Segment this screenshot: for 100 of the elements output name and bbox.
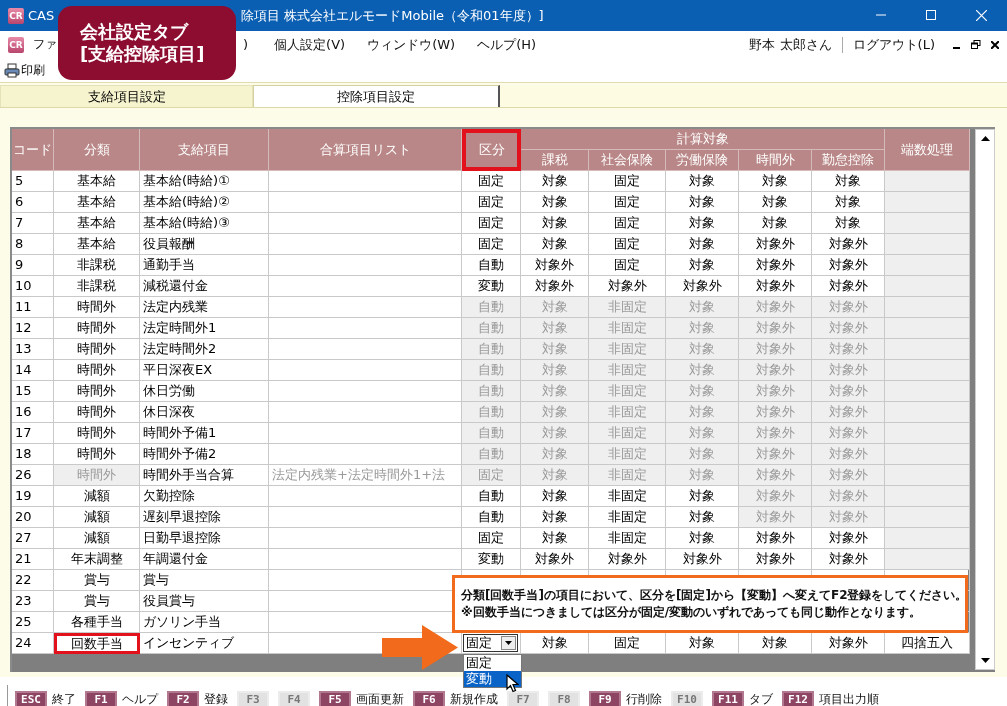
function-key[interactable]: F2 — [167, 690, 199, 706]
print-button[interactable]: 印刷 — [0, 61, 45, 79]
column-header: 計算対象 — [521, 129, 885, 150]
table-cell: 対象外 — [521, 255, 589, 276]
table-cell: 対象外 — [812, 402, 885, 423]
table-cell: 対象外 — [739, 381, 812, 402]
table-cell: 対象 — [521, 318, 589, 339]
table-cell: 役員報酬 — [140, 234, 269, 255]
table-cell: 13 — [12, 339, 54, 360]
table-cell: 対象外 — [812, 633, 885, 654]
table-cell: 20 — [12, 507, 54, 528]
table-cell: 自動 — [462, 423, 521, 444]
key-label: 登録 — [204, 690, 228, 706]
table-cell: 非固定 — [589, 381, 666, 402]
menu-item[interactable]: ファ — [33, 36, 57, 53]
window-title: CAS — [28, 8, 55, 23]
key-label: 終了 — [52, 690, 76, 706]
table-cell: 固定 — [462, 234, 521, 255]
function-key[interactable]: F5 — [319, 690, 351, 706]
table-cell: 対象 — [666, 633, 739, 654]
table-cell: 固定 — [462, 171, 521, 192]
function-key[interactable]: F11 — [712, 690, 744, 706]
table-cell: 対象外 — [666, 549, 739, 570]
table-cell: 対象外 — [666, 276, 739, 297]
table-cell: 年調還付金 — [140, 549, 269, 570]
table-cell: 基本給 — [54, 234, 140, 255]
table-cell: 対象外 — [739, 318, 812, 339]
table-cell: 対象外 — [589, 276, 666, 297]
column-header: 端数処理 — [885, 129, 970, 171]
table-cell: 自動 — [462, 486, 521, 507]
table-cell: 固定 — [462, 528, 521, 549]
table-cell: 対象 — [666, 402, 739, 423]
function-key[interactable]: F6 — [413, 690, 445, 706]
table-cell: 非固定 — [589, 423, 666, 444]
column-header: 社会保険 — [589, 150, 666, 171]
window-title: 除項目 株式会社エルモードMobile（令和01年度）] — [241, 6, 544, 25]
table-cell: 15 — [12, 381, 54, 402]
table-cell: 時間外 — [54, 297, 140, 318]
menu-item[interactable]: ウィンドウ(W) — [367, 35, 456, 54]
table-cell: 基本給 — [54, 192, 140, 213]
tab[interactable]: 控除項目設定 — [253, 85, 500, 107]
table-cell: 対象 — [521, 381, 589, 402]
table-cell: 対象 — [666, 360, 739, 381]
table-cell: 対象 — [666, 318, 739, 339]
table-cell: 平日深夜EX — [140, 360, 269, 381]
table-cell: 7 — [12, 213, 54, 234]
table-cell: 賞与 — [54, 591, 140, 612]
table-cell: 対象 — [666, 213, 739, 234]
table-cell: 22 — [12, 570, 54, 591]
table-cell: 減額 — [54, 486, 140, 507]
table-cell: 非固定 — [589, 528, 666, 549]
function-key[interactable]: ESC — [15, 690, 47, 706]
table-cell: 対象 — [666, 507, 739, 528]
table-cell: 対象外 — [739, 234, 812, 255]
menu-item[interactable]: 個人設定(V) — [274, 35, 346, 54]
menu-item[interactable]: ヘルプ(H) — [477, 35, 537, 54]
column-header: 課税 — [521, 150, 589, 171]
table-cell: 非固定 — [589, 297, 666, 318]
table-cell: 27 — [12, 528, 54, 549]
function-key[interactable]: F12 — [782, 690, 814, 706]
table-cell: 対象 — [521, 633, 589, 654]
table-cell: 対象 — [666, 381, 739, 402]
dropdown-option[interactable]: 固定 — [464, 655, 521, 671]
table-cell: 基本給(時給)① — [140, 171, 269, 192]
key-label: 新規作成 — [450, 690, 498, 706]
table-cell: 12 — [12, 318, 54, 339]
table-cell: 対象外 — [812, 528, 885, 549]
table-cell: 対象外 — [812, 339, 885, 360]
function-key[interactable]: F9 — [589, 690, 621, 706]
table-cell: 8 — [12, 234, 54, 255]
dropdown-field[interactable]: 固定 — [463, 634, 518, 652]
column-header: 支給項目 — [140, 129, 269, 171]
table-cell: 18 — [12, 444, 54, 465]
table-cell: 対象外 — [812, 423, 885, 444]
table-cell: 時間外予備1 — [140, 423, 269, 444]
function-key[interactable]: F1 — [85, 690, 117, 706]
table-cell: 対象 — [521, 213, 589, 234]
menu-item[interactable]: ) — [243, 37, 249, 52]
table-cell: 四捨五入 — [885, 633, 970, 654]
table-cell: 対象外 — [812, 297, 885, 318]
table-cell: 対象 — [521, 402, 589, 423]
table-cell: 対象外 — [739, 339, 812, 360]
tab[interactable]: 支給項目設定 — [0, 85, 253, 107]
table-cell: 自動 — [462, 507, 521, 528]
table-cell: 時間外 — [54, 381, 140, 402]
table-cell: 5 — [12, 171, 54, 192]
table-cell: 変動 — [462, 549, 521, 570]
key-label: 画面更新 — [356, 690, 404, 706]
table-cell: 各種手当 — [54, 612, 140, 633]
table-cell: 年末調整 — [54, 549, 140, 570]
badge-text: [支給控除項目] — [80, 43, 206, 65]
table-cell: 対象 — [521, 234, 589, 255]
table-cell: 対象外 — [739, 297, 812, 318]
table-cell: 対象 — [666, 297, 739, 318]
table-cell: 対象 — [812, 171, 885, 192]
table-cell: 賞与 — [54, 570, 140, 591]
table-cell: 対象外 — [739, 528, 812, 549]
logout-menu[interactable]: ログアウト(L) — [852, 35, 935, 54]
table-cell: 対象 — [666, 465, 739, 486]
table-cell: 対象 — [521, 297, 589, 318]
